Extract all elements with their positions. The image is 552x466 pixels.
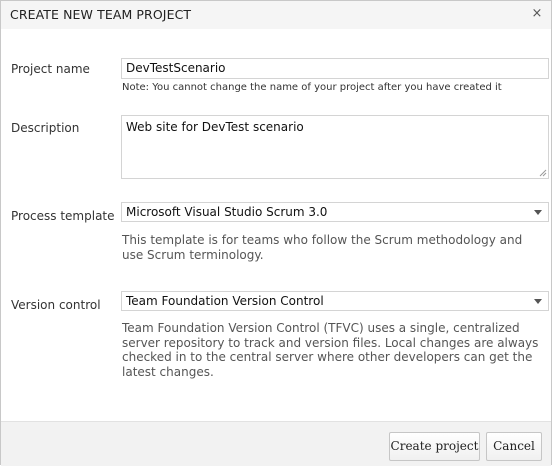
process-template-value: Microsoft Visual Studio Scrum 3.0 <box>126 205 328 219</box>
process-template-select[interactable]: Microsoft Visual Studio Scrum 3.0 <box>121 202 549 222</box>
create-team-project-dialog: CREATE NEW TEAM PROJECT × Project name D… <box>0 0 552 466</box>
version-control-value: Team Foundation Version Control <box>126 294 324 308</box>
dialog-title: CREATE NEW TEAM PROJECT <box>10 7 192 22</box>
project-name-label: Project name <box>11 62 90 76</box>
process-template-label: Process template <box>11 209 115 223</box>
description-label: Description <box>11 121 80 135</box>
dialog-titlebar: CREATE NEW TEAM PROJECT × <box>1 1 551 29</box>
dialog-footer: Create project Cancel <box>1 421 551 466</box>
process-template-help: This template is for teams who follow th… <box>122 233 523 262</box>
chevron-down-icon <box>534 299 542 304</box>
resize-grip-icon[interactable] <box>539 169 547 177</box>
close-icon[interactable]: × <box>529 5 545 23</box>
project-name-input[interactable]: DevTestScenario <box>121 58 549 79</box>
cancel-button[interactable]: Cancel <box>486 432 542 461</box>
version-control-select[interactable]: Team Foundation Version Control <box>121 291 549 311</box>
chevron-down-icon <box>534 210 542 215</box>
version-control-help: Team Foundation Version Control (TFVC) u… <box>122 321 539 379</box>
description-textarea[interactable]: Web site for DevTest scenario <box>121 115 549 179</box>
create-project-button[interactable]: Create project <box>389 432 480 461</box>
description-text: Web site for DevTest scenario <box>126 120 304 134</box>
project-name-note: Note: You cannot change the name of your… <box>122 82 502 93</box>
version-control-label: Version control <box>11 298 101 312</box>
